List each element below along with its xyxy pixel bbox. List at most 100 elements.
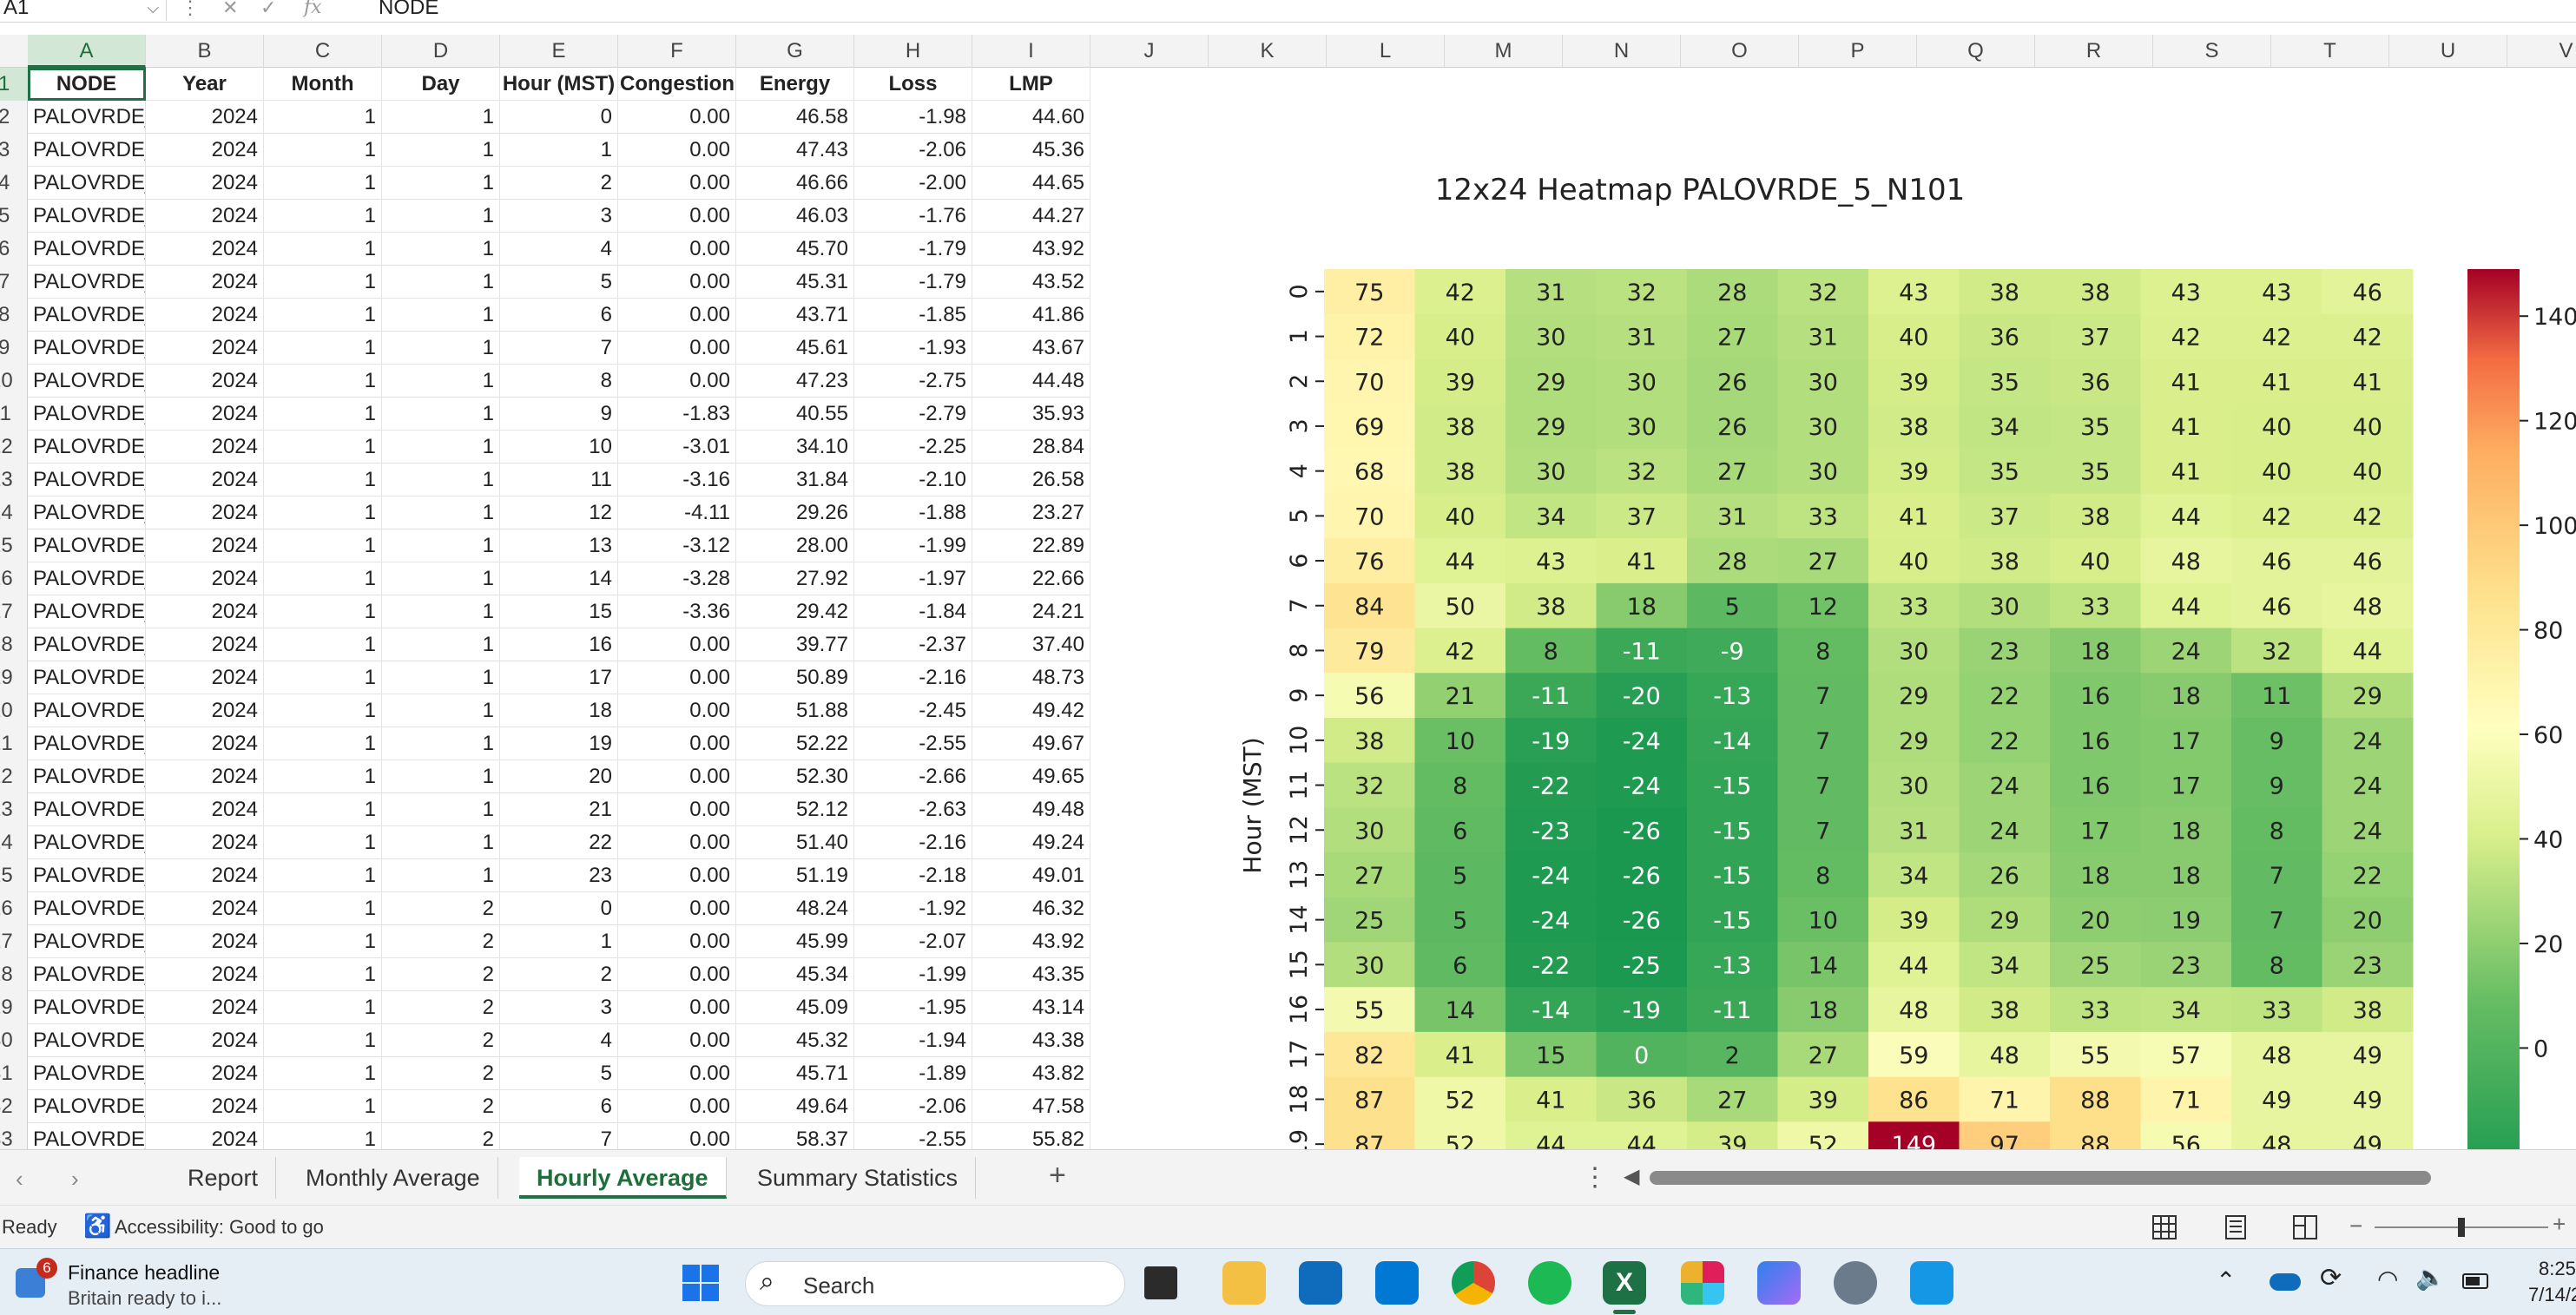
row-header[interactable]: 25 [0,859,28,892]
table-cell[interactable]: 2024 [146,299,264,332]
table-cell[interactable]: PALOVRDE_ [28,727,146,760]
table-cell[interactable]: 2024 [146,793,264,826]
column-header-j[interactable]: J [1090,35,1209,68]
row-header[interactable]: 23 [0,793,28,826]
table-cell[interactable]: -2.06 [854,134,972,167]
table-cell[interactable]: 2024 [146,661,264,694]
column-title-cell[interactable]: Day [382,68,500,101]
table-cell[interactable]: 47.58 [972,1090,1090,1123]
table-cell[interactable]: 1 [382,661,500,694]
table-cell[interactable]: PALOVRDE_ [28,332,146,365]
table-cell[interactable]: -3.36 [618,595,736,628]
table-cell[interactable]: 31.84 [736,464,854,496]
table-cell[interactable]: 2024 [146,233,264,266]
table-cell[interactable]: 0.00 [618,266,736,299]
table-cell[interactable]: 1 [264,431,382,464]
table-cell[interactable]: 45.70 [736,233,854,266]
battery-icon[interactable] [2462,1273,2488,1289]
table-cell[interactable]: 49.24 [972,826,1090,859]
table-cell[interactable]: 40.55 [736,398,854,431]
table-cell[interactable]: PALOVRDE_ [28,991,146,1024]
table-cell[interactable]: 29.26 [736,496,854,529]
table-cell[interactable]: 1 [382,365,500,398]
table-cell[interactable]: -2.37 [854,628,972,661]
table-cell[interactable]: -2.06 [854,1090,972,1123]
column-title-cell[interactable]: Year [146,68,264,101]
table-cell[interactable]: PALOVRDE_ [28,628,146,661]
table-cell[interactable]: 0.00 [618,694,736,727]
table-cell[interactable]: 1 [264,628,382,661]
table-cell[interactable]: 1 [382,101,500,134]
table-cell[interactable]: PALOVRDE_ [28,200,146,233]
table-cell[interactable]: 1 [264,101,382,134]
table-cell[interactable]: -2.75 [854,365,972,398]
app-icon-blue[interactable] [1910,1261,1953,1305]
table-cell[interactable]: 48.24 [736,892,854,925]
table-cell[interactable]: PALOVRDE_ [28,595,146,628]
windows-start-icon[interactable] [679,1261,722,1305]
onedrive-icon[interactable] [2270,1273,2301,1291]
table-cell[interactable]: 0.00 [618,925,736,958]
table-cell[interactable]: 0.00 [618,1090,736,1123]
table-cell[interactable]: 49.48 [972,793,1090,826]
task-view-icon[interactable] [1144,1266,1177,1299]
table-cell[interactable]: 43.92 [972,925,1090,958]
row-header[interactable]: 6 [0,233,28,266]
table-cell[interactable]: 1 [264,925,382,958]
accessibility-status[interactable]: Accessibility: Good to go [115,1216,324,1239]
table-cell[interactable]: 1 [382,760,500,793]
table-cell[interactable]: 1 [382,134,500,167]
table-cell[interactable]: 1 [382,233,500,266]
table-cell[interactable]: 2 [382,925,500,958]
row-header[interactable]: 30 [0,1024,28,1057]
table-cell[interactable]: -3.12 [618,529,736,562]
table-cell[interactable]: -3.16 [618,464,736,496]
power-automate-icon[interactable] [1757,1261,1801,1305]
table-cell[interactable]: 45.71 [736,1057,854,1090]
vscode-icon[interactable] [1375,1261,1419,1305]
table-cell[interactable]: 2 [382,958,500,991]
row-header[interactable]: 16 [0,562,28,595]
table-cell[interactable]: 1 [264,266,382,299]
table-cell[interactable]: PALOVRDE_ [28,233,146,266]
row-header[interactable]: 29 [0,991,28,1024]
column-header-f[interactable]: F [618,35,736,68]
zoom-slider[interactable] [2375,1218,2548,1237]
table-cell[interactable]: PALOVRDE_ [28,826,146,859]
table-cell[interactable]: PALOVRDE_ [28,925,146,958]
row-header[interactable]: 33 [0,1123,28,1149]
table-cell[interactable]: -1.88 [854,496,972,529]
row-header[interactable]: 17 [0,595,28,628]
table-cell[interactable]: 1 [382,727,500,760]
news-widget[interactable]: 6 Finance headline Britain ready to i... [10,1256,271,1310]
table-cell[interactable]: PALOVRDE_ [28,562,146,595]
table-cell[interactable]: 2024 [146,892,264,925]
table-cell[interactable]: -1.79 [854,266,972,299]
column-title-cell[interactable]: NODE [28,68,146,101]
table-cell[interactable]: -2.07 [854,925,972,958]
column-header-g[interactable]: G [736,35,854,68]
row-header[interactable]: 26 [0,892,28,925]
table-cell[interactable]: -2.00 [854,167,972,200]
table-cell[interactable]: PALOVRDE_ [28,793,146,826]
row-header[interactable]: 12 [0,431,28,464]
table-cell[interactable]: 43.35 [972,958,1090,991]
row-header[interactable]: 2 [0,101,28,134]
table-cell[interactable]: 0.00 [618,958,736,991]
table-cell[interactable]: PALOVRDE_ [28,101,146,134]
name-box[interactable]: A1 ⌵ [0,0,167,21]
table-cell[interactable]: -1.79 [854,233,972,266]
table-cell[interactable]: 39.77 [736,628,854,661]
scroll-left-icon[interactable]: ◀ [1624,1164,1639,1189]
table-cell[interactable]: 43.38 [972,1024,1090,1057]
table-cell[interactable]: 0.00 [618,892,736,925]
formula-input[interactable]: NODE [379,0,438,21]
table-cell[interactable]: 2024 [146,496,264,529]
table-cell[interactable]: 22.89 [972,529,1090,562]
table-cell[interactable]: 46.32 [972,892,1090,925]
table-cell[interactable]: 28.00 [736,529,854,562]
table-cell[interactable]: PALOVRDE_ [28,365,146,398]
table-cell[interactable]: 49.64 [736,1090,854,1123]
table-cell[interactable]: 16 [500,628,618,661]
table-cell[interactable]: -2.16 [854,826,972,859]
